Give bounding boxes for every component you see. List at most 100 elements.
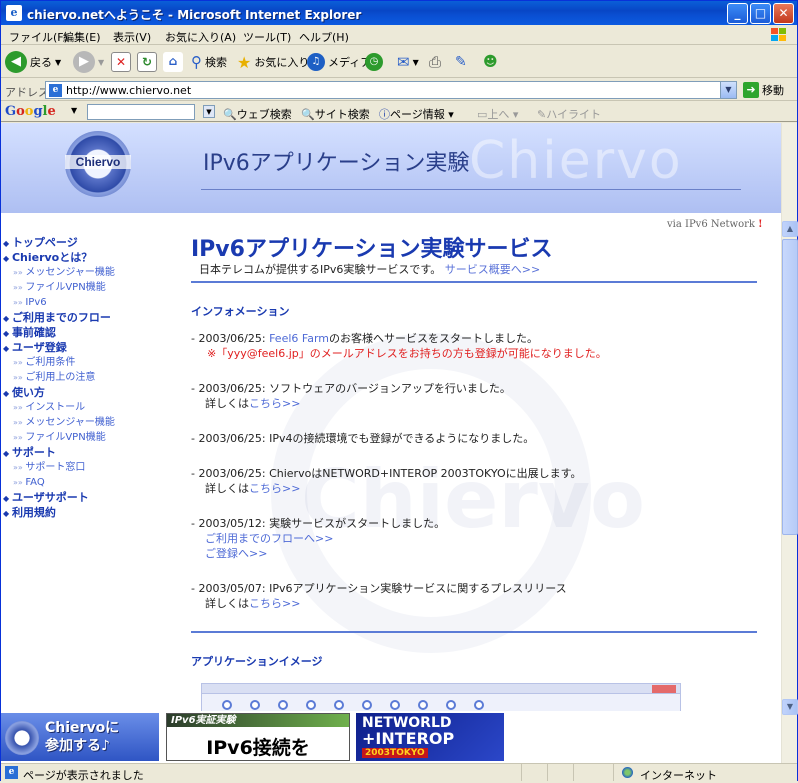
ipv6-trial-banner[interactable]: IPv6実証実験 IPv6接続を [166,713,350,761]
ipv6-trial-caption: IPv6実証実験 [167,714,349,727]
news-item: - 2003/06/25: IPv4の接続環境でも登録ができるようになりました。 [191,431,767,446]
news-more: 詳しくは [205,397,249,410]
refresh-button[interactable]: ↻ [137,51,157,73]
history-button[interactable]: ◷ [365,51,383,73]
details-link[interactable]: こちら>> [249,397,300,410]
subtitle-text: 日本テレコムが提供するIPv6実験サービスです。 [199,263,442,276]
sidebar-item-usage-messenger[interactable]: メッセンジャー機能 [3,415,163,430]
title-bar: e chiervo.netへようこそ - Microsoft Internet … [1,1,797,25]
security-zone: インターネット [613,764,797,782]
sidebar-item-faq[interactable]: FAQ [3,475,163,490]
forward-arrow-icon: ▶ [73,51,95,73]
service-overview-link[interactable]: サービス概要へ>> [445,263,540,276]
back-button[interactable]: ◀ 戻る ▼ [5,51,61,73]
header-rule [201,189,741,190]
scroll-up-button[interactable]: ▲ [782,221,798,237]
menu-help[interactable]: ヘルプ(H) [299,29,349,45]
info-heading: インフォメーション [191,305,290,318]
sidebar-item-ipv6[interactable]: IPv6 [3,295,163,310]
menu-tools[interactable]: ツール(T) [243,29,291,45]
print-button[interactable]: ⎙ [429,51,441,73]
sidebar-item-flow[interactable]: ご利用までのフロー [3,310,163,325]
edit-button[interactable]: ✎ [455,51,467,73]
sidebar-item-about[interactable]: Chiervoとは？ [3,250,163,265]
search-button[interactable]: ⚲ 検索 [191,51,227,73]
back-arrow-icon: ◀ [5,51,27,73]
sidebar-item-user-support[interactable]: ユーザサポート [3,490,163,505]
media-button[interactable]: ♫ メディア [307,51,371,73]
favorites-button[interactable]: ★ お気に入り [237,51,309,73]
google-search-input[interactable] [87,104,195,120]
page-title: IPv6アプリケーション実験サービス [191,237,553,262]
up-button[interactable]: ▭上へ ▾ [477,106,518,122]
news-item: - 2003/06/25: ChiervoはNETWORD+INTEROP 20… [191,466,767,496]
app-screenshot-titlebar [202,684,680,694]
dropdown-arrow-icon: ▼ [412,57,419,67]
flow-link[interactable]: ご利用までのフローへ>> [191,532,333,545]
details-link[interactable]: こちら>> [249,597,300,610]
sidebar-item-terms-of-use[interactable]: ご利用条件 [3,355,163,370]
home-button[interactable]: ⌂ [163,51,183,73]
highlight-label: ハイライト [546,108,601,121]
chevron-down-icon[interactable]: ▼ [720,82,736,98]
sidebar-item-usage-file-vpn[interactable]: ファイルVPN機能 [3,430,163,445]
messenger-button[interactable]: ☻ [483,51,498,73]
join-chiervo-banner[interactable]: Chiervoに 参加する♪ [1,713,159,761]
forward-button[interactable]: ▶ ▼ [73,51,104,73]
google-logo[interactable]: Google [5,104,56,119]
sidebar-item-support-desk[interactable]: サポート窓口 [3,460,163,475]
sidebar-item-registration[interactable]: ユーザ登録 [3,340,163,355]
site-logo[interactable]: Chiervo [65,131,131,197]
main-content: IPv6アプリケーション実験サービス 日本テレコムが提供するIPv6実験サービス… [191,231,767,668]
interop-banner[interactable]: NETWORLD +INTEROP 2003TOKYO [356,713,504,761]
join-line1: Chiervoに [45,720,120,736]
web-search-button[interactable]: 🔍ウェブ検索 [223,106,292,122]
ipv6-trial-text: IPv6接続を [206,737,310,759]
address-input[interactable]: e http://www.chiervo.net ▼ [45,81,737,99]
divider [191,631,757,633]
scroll-down-button[interactable]: ▼ [782,699,798,715]
dropdown-arrow-icon[interactable]: ▼ [71,106,77,115]
go-label: 移動 [762,84,784,97]
sidebar-item-messenger[interactable]: メッセンジャー機能 [3,265,163,280]
sidebar-item-terms[interactable]: 利用規約 [3,505,163,520]
browser-window: e chiervo.netへようこそ - Microsoft Internet … [0,0,798,782]
sidebar-item-support[interactable]: サポート [3,445,163,460]
details-link[interactable]: こちら>> [249,482,300,495]
search-label: 検索 [205,56,227,69]
messenger-icon: ☻ [483,54,498,70]
menu-favorites[interactable]: お気に入り(A) [165,29,236,45]
close-button[interactable]: ✕ [773,3,794,24]
sidebar-item-file-vpn[interactable]: ファイルVPN機能 [3,280,163,295]
site-search-label: サイト検索 [314,108,370,121]
status-separator [521,764,522,781]
print-icon: ⎙ [429,53,442,71]
menu-view[interactable]: 表示(V) [113,29,151,45]
minimize-button[interactable]: _ [727,3,748,24]
chevron-down-icon[interactable]: ▼ [203,105,215,118]
menu-bar: ファイル(F) 編集(E) 表示(V) お気に入り(A) ツール(T) ヘルプ(… [1,25,797,45]
star-icon: ★ [237,52,252,72]
menu-edit[interactable]: 編集(E) [63,29,101,45]
register-link[interactable]: ご登録へ>> [191,547,267,560]
sidebar-item-precheck[interactable]: 事前確認 [3,325,163,340]
windows-logo-icon [771,28,786,41]
mail-button[interactable]: ✉ ▼ [397,51,419,73]
go-button[interactable]: ➜ 移動 [743,82,784,98]
sidebar-item-top-page[interactable]: トップページ [3,235,163,250]
sidebar-item-usage[interactable]: 使い方 [3,385,163,400]
page-done-icon: e [5,766,18,779]
highlight-button[interactable]: ✎ハイライト [537,106,601,122]
stop-button[interactable]: ✕ [111,51,131,73]
maximize-button[interactable]: □ [750,3,771,24]
feel6-farm-link[interactable]: Feel6 Farm [269,332,329,345]
refresh-icon: ↻ [137,52,157,72]
sidebar-item-install[interactable]: インストール [3,400,163,415]
site-search-button[interactable]: 🔍サイト検索 [301,106,370,122]
sidebar-item-notes[interactable]: ご利用上の注意 [3,370,163,385]
scroll-thumb[interactable] [782,239,798,535]
standard-toolbar: ◀ 戻る ▼ ▶ ▼ ✕ ↻ ⌂ ⚲ 検索 ★ お気に入り ♫ メディア ◷ ✉… [1,46,797,78]
page-info-button[interactable]: ⓘページ情報 ▾ [379,106,454,122]
vertical-scrollbar[interactable]: ▲ ▼ [781,123,798,763]
menu-file[interactable]: ファイル(F) [9,29,68,45]
